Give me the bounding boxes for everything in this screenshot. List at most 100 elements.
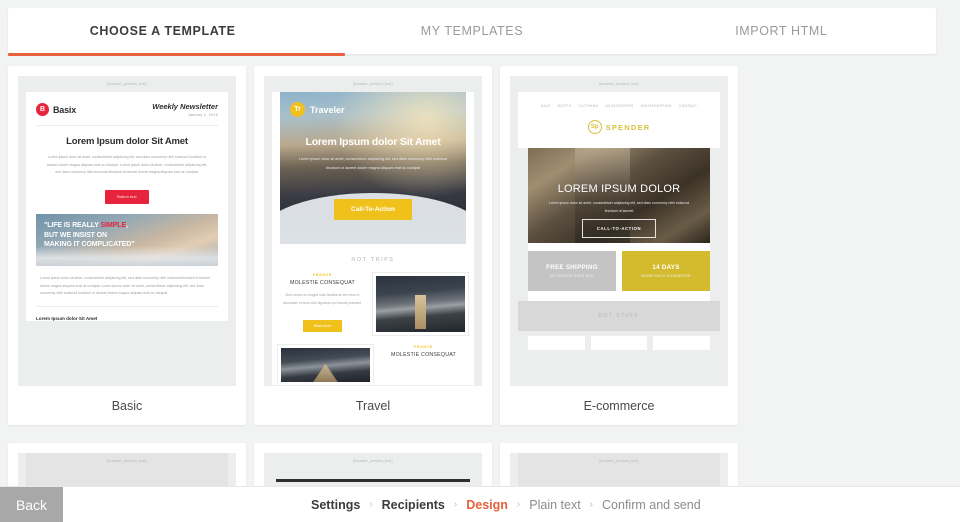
template-thumbnail-basic: {browser_preview_text} B Basix Weekly Ne… — [18, 76, 236, 386]
promo-title: 14 DAYS — [652, 264, 680, 272]
tab-import-html[interactable]: IMPORT HTML — [627, 8, 936, 54]
chevron-right-icon: › — [369, 499, 373, 510]
tab-my-templates[interactable]: MY TEMPLATES — [317, 8, 626, 54]
quote-line-1: "LIFE IS REALLY SIMPLE, — [44, 222, 128, 230]
promo-moneyback: 14 DAYS MONEYBACK GUARANTEE — [622, 251, 710, 292]
preheader-text: {browser_preview_text} — [107, 82, 147, 86]
tab-bar: CHOOSE A TEMPLATE MY TEMPLATES IMPORT HT… — [8, 8, 936, 54]
chevron-right-icon: › — [453, 499, 458, 510]
brand-block: Tr Traveler — [290, 102, 345, 118]
nav-item-boots: BOOTS — [557, 104, 572, 109]
email-headline: LOREM IPSUM DOLOR — [557, 183, 681, 196]
email-body-text: Lorem ipsum dolor sit amet, consectetuer… — [46, 155, 208, 175]
footer-bar: Back Settings › Recipients › Design › Pl… — [0, 486, 960, 522]
email-body-text: Lorem ipsum dolor sit amet, consectetuer… — [548, 201, 690, 214]
brand-block: B Basix — [36, 103, 77, 117]
promo-row: FREE SHIPPING ON ORDERS OVER $100 14 DAY… — [528, 243, 710, 302]
breadcrumb-step-confirm-and-send[interactable]: Confirm and send — [602, 498, 701, 512]
breadcrumb-step-plain-text[interactable]: Plain text — [529, 498, 580, 512]
ecommerce-hero-image: LOREM IPSUM DOLOR Lorem ipsum dolor sit … — [528, 148, 710, 244]
preheader-text: {browser_preview_text} — [107, 459, 147, 463]
template-card-travel[interactable]: {browser_preview_text} Tr Traveler Lorem… — [254, 66, 492, 425]
nav-item-housekeeping: HOUSEKEEPING — [640, 104, 672, 109]
email-cta-wrap: Call-To-Action — [280, 198, 466, 221]
chevron-right-icon: › — [589, 499, 594, 510]
trip-button-wrap: Read more — [278, 307, 367, 332]
promo-free-shipping: FREE SHIPPING ON ORDERS OVER $100 — [528, 251, 616, 292]
nav-item-sale: SALE — [540, 104, 551, 109]
product-tile — [590, 336, 648, 351]
basix-logo-icon: B — [36, 103, 49, 117]
quote-hero-image: "LIFE IS REALLY SIMPLE, BUT WE INSIST ON… — [36, 214, 218, 267]
promo-title: FREE SHIPPING — [546, 264, 598, 272]
product-tile — [653, 336, 711, 351]
breadcrumb-step-recipients[interactable]: Recipients — [382, 498, 445, 512]
active-tab-underline — [8, 53, 345, 56]
quote-line-2: BUT WE INSIST ON — [44, 231, 107, 239]
breadcrumb: Settings › Recipients › Design › Plain t… — [311, 498, 701, 512]
trip-title: MOLESTIE CONSEQUAT — [390, 352, 456, 359]
template-card-basic[interactable]: {browser_preview_text} B Basix Weekly Ne… — [8, 66, 246, 425]
quote-block: "LIFE IS REALLY SIMPLE, BUT WE INSIST ON… — [44, 221, 135, 260]
chevron-right-icon: › — [516, 499, 521, 510]
quote-line-3: MAKING IT COMPLICATED" — [44, 241, 135, 249]
newsletter-label: Weekly Newsletter — [152, 102, 218, 112]
brand-block: Sp SPENDER — [518, 108, 720, 149]
spender-logo-icon: Sp — [587, 120, 602, 135]
tab-choose-a-template[interactable]: CHOOSE A TEMPLATE — [8, 8, 317, 54]
template-thumbnail-ecommerce: {browser_preview_text} SALE BOOTS CLOTHI… — [510, 76, 728, 386]
template-chooser-screen: CHOOSE A TEMPLATE MY TEMPLATES IMPORT HT… — [0, 0, 960, 522]
nav-item-contact: CONTACT — [678, 104, 698, 109]
email-cta-wrap: CALL-TO-ACTION — [528, 217, 710, 239]
travel-hero-image: Tr Traveler Lorem Ipsum dolor Sit Amet L… — [280, 92, 466, 245]
template-card-ecommerce[interactable]: {browser_preview_text} SALE BOOTS CLOTHI… — [500, 66, 738, 425]
email-headline: Lorem Ipsum dolor Sit Amet — [66, 136, 188, 148]
template-name-ecommerce: E-commerce — [583, 399, 655, 413]
preheader-text: {browser_preview_text} — [599, 459, 639, 463]
trip-body: Illum dolore eu feugiat nulla facilisis … — [283, 293, 362, 305]
breadcrumb-step-settings[interactable]: Settings — [311, 498, 360, 512]
preheader-text: {browser_preview_text} — [353, 459, 393, 463]
newsletter-meta: Weekly Newsletter January 1, 2016 — [152, 102, 218, 117]
email-headline: Lorem Ipsum dolor Sit Amet — [305, 136, 441, 149]
email-header: B Basix Weekly Newsletter January 1, 201… — [26, 92, 228, 125]
promo-subtitle: ON ORDERS OVER $100 — [549, 274, 595, 279]
nav-item-accessories: ACCESSORIES — [605, 104, 634, 109]
store-nav: SALE BOOTS CLOTHING ACCESSORIES HOUSEKEE… — [518, 92, 720, 109]
section-title-hot-trips: HOT TRIPS — [272, 244, 474, 274]
email-body-text: Lorem ipsum dolor sit amet, consectetuer… — [299, 157, 447, 170]
email-footer-title: Lorem Ipsum dolor Sit Amet — [36, 306, 218, 321]
trip-photo — [373, 273, 468, 336]
email-cta-button: Call-To-Action — [334, 199, 412, 221]
template-name-travel: Travel — [355, 399, 391, 413]
template-grid: {browser_preview_text} B Basix Weekly Ne… — [8, 66, 936, 522]
trip-title: MOLESTIE CONSEQUAT — [289, 280, 355, 287]
trip-photo — [278, 345, 373, 386]
promo-subtitle: MONEYBACK GUARANTEE — [641, 274, 691, 279]
traveler-logo-icon: Tr — [290, 102, 305, 118]
trip-text-column: FRANCE MOLESTIE CONSEQUAT Illum dolore e… — [278, 273, 367, 335]
email-preview-basic: B Basix Weekly Newsletter January 1, 201… — [26, 92, 228, 322]
breadcrumb-step-design[interactable]: Design — [466, 498, 508, 512]
email-button-wrap: Button text — [26, 176, 228, 214]
trip-text-column: FRANCE MOLESTIE CONSEQUAT — [379, 345, 468, 358]
thumbnail-placeholder-block — [276, 479, 470, 483]
quote-author: – Confucius — [44, 254, 66, 260]
template-name-basic: Basic — [111, 399, 143, 413]
nav-item-clothing: CLOTHING — [578, 104, 599, 109]
email-cta-button: CALL-TO-ACTION — [581, 219, 657, 239]
back-button[interactable]: Back — [0, 486, 63, 522]
read-more-button: Read more — [302, 319, 343, 332]
product-tile — [528, 336, 585, 351]
email-body-text-2: Lorem ipsum dolor sit amet, consectetuer… — [40, 276, 211, 296]
trip-row-1: FRANCE MOLESTIE CONSEQUAT Illum dolore e… — [272, 273, 474, 342]
trip-row-2: FRANCE MOLESTIE CONSEQUAT — [272, 341, 474, 386]
brand-name: SPENDER — [605, 122, 651, 132]
brand-name: Basix — [53, 104, 77, 115]
brand-name: Traveler — [310, 104, 345, 115]
email-cta-button: Button text — [105, 190, 149, 205]
template-thumbnail-travel: {browser_preview_text} Tr Traveler Lorem… — [264, 76, 482, 386]
preheader-text: {browser_preview_text} — [353, 82, 393, 86]
product-tile-row — [528, 331, 711, 351]
section-title-hot-stuff: HOT STUFF — [518, 301, 720, 332]
